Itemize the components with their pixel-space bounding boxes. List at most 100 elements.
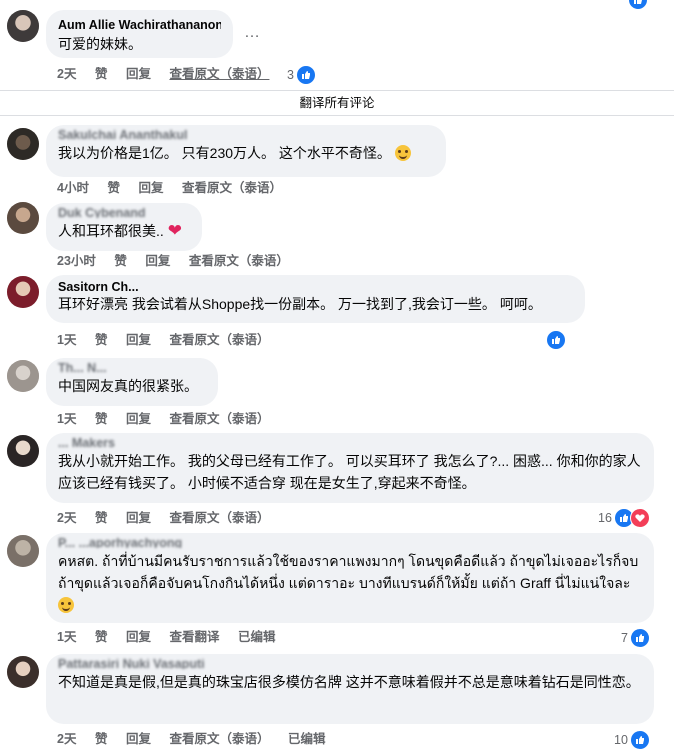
- translate-all-button[interactable]: 翻译所有评论: [0, 95, 674, 111]
- comment-author[interactable]: P... ...aporhyachyong: [58, 538, 642, 548]
- divider: [0, 115, 674, 116]
- see-original-button[interactable]: 查看原文（泰语）: [182, 181, 282, 195]
- edited-label: 已编辑: [287, 732, 326, 746]
- comment-actions: 23小时 赞 回复 查看原文（泰语）: [57, 253, 304, 269]
- comment-time[interactable]: 4小时: [57, 181, 89, 195]
- comment-text: คหสต. ถ้าที่บ้านมีคนรับราชการแล้วใช้ของร…: [58, 550, 642, 616]
- avatar[interactable]: [7, 535, 39, 567]
- like-icon: [629, 628, 650, 648]
- avatar[interactable]: [7, 656, 39, 688]
- like-button[interactable]: 赞: [95, 412, 108, 426]
- comment-text: 中国网友真的很紧张。: [58, 378, 198, 394]
- comment-actions: 1天 赞 回复 查看翻译 已编辑: [57, 629, 290, 645]
- comment-text-body: 我以为价格是1亿。 只有230万人。 这个水平不奇怪。: [58, 145, 391, 161]
- more-options-icon[interactable]: …: [244, 24, 261, 42]
- reaction-summary[interactable]: 7: [621, 628, 650, 648]
- see-original-button[interactable]: 查看原文（泰语）: [169, 333, 269, 347]
- reaction-count: 7: [621, 631, 628, 645]
- like-button[interactable]: 赞: [95, 511, 108, 525]
- smile-emoji-icon: [58, 597, 74, 613]
- avatar[interactable]: [7, 128, 39, 160]
- comment-text: 我从小就开始工作。 我的父母已经有工作了。 可以买耳环了 我怎么了?... 困惑…: [58, 453, 641, 491]
- reply-button[interactable]: 回复: [126, 511, 151, 525]
- avatar[interactable]: [7, 202, 39, 234]
- comment-text: 可爱的妹妹。: [58, 36, 142, 52]
- comment-author[interactable]: Sasitorn Ch...: [58, 281, 573, 293]
- top-like-badge: [628, 0, 648, 10]
- reply-button[interactable]: 回复: [126, 333, 151, 347]
- like-icon: [546, 330, 566, 350]
- reaction-count: 10: [614, 733, 628, 747]
- avatar[interactable]: [7, 276, 39, 308]
- comment-author[interactable]: Duk Cybenand: [58, 208, 190, 218]
- comment-actions: 1天 赞 回复 查看原文（泰语）: [57, 411, 284, 427]
- avatar[interactable]: [7, 435, 39, 467]
- see-original-button[interactable]: 查看原文（泰语）: [189, 254, 289, 268]
- reaction-summary[interactable]: 3: [287, 65, 316, 85]
- reply-button[interactable]: 回复: [126, 412, 151, 426]
- comment-actions: 1天 赞 回复 查看原文（泰语）: [57, 332, 284, 348]
- like-button[interactable]: 赞: [114, 254, 127, 268]
- comment-bubble: P... ...aporhyachyong คหสต. ถ้าที่บ้านมี…: [46, 533, 654, 623]
- comment-bubble: ... Makers 我从小就开始工作。 我的父母已经有工作了。 可以买耳环了 …: [46, 433, 654, 503]
- comment-author[interactable]: ... Makers: [58, 438, 642, 448]
- comment-bubble: Sasitorn Ch... 耳环好漂亮 我会试着从Shoppe找一份副本。 万…: [46, 275, 585, 323]
- comment-time[interactable]: 2天: [57, 67, 76, 81]
- comment-bubble: Th... N... 中国网友真的很紧张。: [46, 358, 218, 406]
- reply-button[interactable]: 回复: [126, 630, 151, 644]
- comment-author[interactable]: Sakulchai Ananthakul: [58, 130, 434, 140]
- comment-bubble: Aum Allie Wachirathananon 可爱的妹妹。: [46, 10, 233, 58]
- reply-button[interactable]: 回复: [126, 732, 151, 746]
- see-original-button[interactable]: 查看原文（泰语）: [169, 732, 269, 746]
- like-button[interactable]: 赞: [95, 630, 108, 644]
- heart-emoji-icon: ❤: [167, 221, 183, 240]
- comment-actions: 4小时 赞 回复 查看原文（泰语）: [57, 180, 297, 196]
- love-icon: [629, 508, 650, 528]
- comment-time[interactable]: 1天: [57, 333, 76, 347]
- see-translation-button[interactable]: 查看翻译: [169, 630, 219, 644]
- comment-author[interactable]: Aum Allie Wachirathananon: [58, 17, 221, 33]
- comment-time[interactable]: 1天: [57, 412, 76, 426]
- comment-actions: 2天 赞 回复 查看原文（泰语） 已编辑: [57, 731, 340, 747]
- comment-time[interactable]: 2天: [57, 732, 76, 746]
- divider: [0, 90, 674, 91]
- avatar[interactable]: [7, 10, 39, 42]
- comment-text-body: 人和耳环都很美..: [58, 223, 164, 239]
- reaction-summary[interactable]: [546, 330, 566, 350]
- comment-text-body: คหสต. ถ้าที่บ้านมีคนรับราชการแล้วใช้ของร…: [58, 553, 639, 591]
- comment-time[interactable]: 2天: [57, 511, 76, 525]
- like-button[interactable]: 赞: [95, 333, 108, 347]
- like-button[interactable]: 赞: [95, 732, 108, 746]
- comment-bubble: Sakulchai Ananthakul 我以为价格是1亿。 只有230万人。 …: [46, 125, 446, 177]
- comment-actions: 2天 赞 回复 查看原文（泰语）: [57, 66, 284, 82]
- reaction-summary[interactable]: 10: [614, 730, 650, 750]
- comment-text: 人和耳环都很美.. ❤: [58, 220, 190, 242]
- like-button[interactable]: 赞: [95, 67, 108, 81]
- like-icon: [629, 730, 650, 750]
- reaction-summary[interactable]: 16: [598, 508, 650, 528]
- edited-label: 已编辑: [237, 630, 276, 644]
- reaction-count: 16: [598, 511, 612, 525]
- comment-bubble: Pattarasiri Nuki Vasaputi 不知道是真是假,但是真的珠宝…: [46, 654, 654, 724]
- comment-author[interactable]: Th... N...: [58, 363, 206, 373]
- comment-text: 不知道是真是假,但是真的珠宝店很多模仿名牌 这并不意味着假并不总是意味着钻石是同…: [58, 674, 640, 690]
- comment-time[interactable]: 1天: [57, 630, 76, 644]
- see-original-button[interactable]: 查看原文（泰语）: [169, 67, 269, 81]
- comment-text: 耳环好漂亮 我会试着从Shoppe找一份副本。 万一找到了,我会订一些。 呵呵。: [58, 296, 542, 312]
- comment-time[interactable]: 23小时: [57, 254, 96, 268]
- avatar[interactable]: [7, 360, 39, 392]
- comment-bubble: Duk Cybenand 人和耳环都很美.. ❤: [46, 203, 202, 251]
- like-icon: [628, 0, 648, 10]
- reaction-count: 3: [287, 68, 294, 82]
- reply-button[interactable]: 回复: [145, 254, 170, 268]
- comment-text: 我以为价格是1亿。 只有230万人。 这个水平不奇怪。: [58, 142, 434, 164]
- like-icon: [295, 65, 316, 85]
- comment-author[interactable]: Pattarasiri Nuki Vasaputi: [58, 659, 642, 669]
- comment-actions: 2天 赞 回复 查看原文（泰语）: [57, 510, 284, 526]
- reply-button[interactable]: 回复: [126, 67, 151, 81]
- like-button[interactable]: 赞: [107, 181, 120, 195]
- see-original-button[interactable]: 查看原文（泰语）: [169, 412, 269, 426]
- reply-button[interactable]: 回复: [138, 181, 163, 195]
- see-original-button[interactable]: 查看原文（泰语）: [169, 511, 269, 525]
- smile-emoji-icon: [394, 145, 411, 161]
